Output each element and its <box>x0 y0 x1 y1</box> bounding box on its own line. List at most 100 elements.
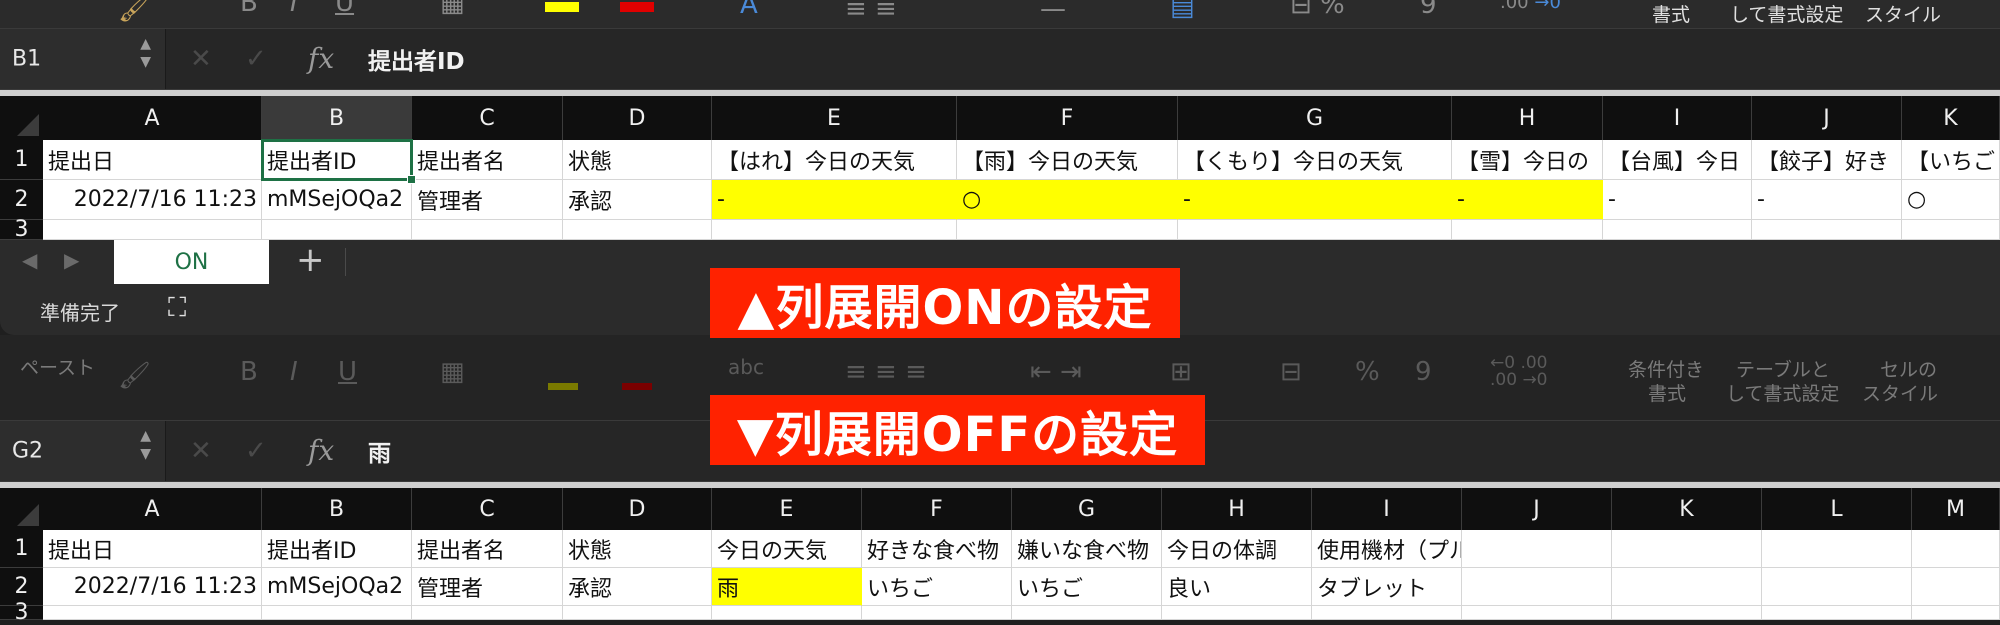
comma-icon[interactable]: 9 <box>1415 359 1432 385</box>
cell-e1[interactable]: 今日の天気 <box>712 530 862 568</box>
column-header-f[interactable]: F <box>957 96 1178 140</box>
cell-k2[interactable] <box>1612 568 1762 606</box>
cell-f2[interactable]: ○ <box>957 180 1178 220</box>
cell-m2[interactable] <box>1912 568 2000 606</box>
cell-g1[interactable]: 嫌いな食べ物 <box>1012 530 1162 568</box>
macro-record-icon[interactable]: ⛶ <box>168 293 186 324</box>
cell-f1[interactable]: 好きな食べ物 <box>862 530 1012 568</box>
formula-value[interactable]: 提出者ID <box>368 42 465 76</box>
column-header-k[interactable]: K <box>1902 96 2000 140</box>
ribbon-label-table[interactable]: テーブルと <box>1736 355 1830 382</box>
cancel-icon[interactable]: ✕ <box>190 44 212 74</box>
cell-c3[interactable] <box>412 220 563 240</box>
name-box-spinner-icon[interactable]: ▲ ▼ <box>140 35 151 71</box>
column-header-d[interactable]: D <box>563 488 712 530</box>
column-header-e[interactable]: E <box>712 96 957 140</box>
align-icon[interactable]: ≡ ≡ <box>845 0 897 22</box>
cell-b2[interactable]: mMSejOQa2 <box>262 568 412 606</box>
column-header-a[interactable]: A <box>43 488 262 530</box>
border-icon[interactable]: ▦ <box>440 0 465 16</box>
cell-j1[interactable] <box>1462 530 1612 568</box>
cell-a2[interactable]: 2022/7/16 11:23 <box>43 568 262 606</box>
name-box-spinner-icon[interactable]: ▲ ▼ <box>140 427 151 463</box>
percent-icon[interactable]: % <box>1355 359 1380 385</box>
cell-m3[interactable] <box>1912 606 2000 620</box>
row-header-2[interactable]: 2 <box>0 180 43 220</box>
cell-d3[interactable] <box>563 606 712 620</box>
border-icon[interactable]: ▦ <box>440 359 465 385</box>
cell-g1[interactable]: 【くもり】今日の天気 <box>1178 140 1452 180</box>
cell-a3[interactable] <box>43 220 262 240</box>
column-header-i[interactable]: I <box>1603 96 1752 140</box>
cell-k3[interactable] <box>1612 606 1762 620</box>
indent-icon[interactable]: ⇤ ⇥ <box>1030 359 1082 385</box>
column-header-k[interactable]: K <box>1612 488 1762 530</box>
row-header-3[interactable]: 3 <box>0 217 43 242</box>
cell-m1[interactable] <box>1912 530 2000 568</box>
cell-a1[interactable]: 提出日 <box>43 140 262 180</box>
cell-g3[interactable] <box>1012 606 1162 620</box>
cell-i3[interactable] <box>1312 606 1462 620</box>
font-color-icon[interactable] <box>620 2 654 12</box>
column-header-d[interactable]: D <box>563 96 712 140</box>
cell-i2[interactable]: タブレット <box>1312 568 1462 606</box>
cell-a3[interactable] <box>43 606 262 620</box>
prev-sheet-icon[interactable]: ◀ <box>22 248 37 272</box>
cell-d1[interactable]: 状態 <box>563 140 712 180</box>
cell-d3[interactable] <box>563 220 712 240</box>
paint-brush-icon[interactable]: 🖌 <box>118 0 151 22</box>
column-header-h[interactable]: H <box>1452 96 1603 140</box>
cell-b3[interactable] <box>262 606 412 620</box>
cell-f1[interactable]: 【雨】今日の天気 <box>957 140 1178 180</box>
name-box[interactable]: G2 ▲ ▼ <box>0 421 166 481</box>
merge-icon[interactable]: ⊞ <box>1170 359 1192 385</box>
cell-h3[interactable] <box>1452 220 1603 240</box>
formula-value[interactable]: 雨 <box>368 434 391 468</box>
cell-h1[interactable]: 今日の体調 <box>1162 530 1312 568</box>
ribbon-label-cell[interactable]: セルの <box>1880 355 1937 382</box>
decimal-icon[interactable]: ←0 .00.00 →0 <box>1490 355 1548 389</box>
cancel-icon[interactable]: ✕ <box>190 436 212 466</box>
text-effects-icon[interactable]: A <box>740 0 758 18</box>
cell-h3[interactable] <box>1162 606 1312 620</box>
cell-e3[interactable] <box>712 606 862 620</box>
underline-icon[interactable]: U <box>338 359 357 385</box>
fill-handle[interactable] <box>407 175 416 184</box>
cell-j3[interactable] <box>1462 606 1612 620</box>
column-header-j[interactable]: J <box>1462 488 1612 530</box>
column-header-l[interactable]: L <box>1762 488 1912 530</box>
cell-d2[interactable]: 承認 <box>563 180 712 220</box>
cell-i3[interactable] <box>1603 220 1752 240</box>
cell-c2[interactable]: 管理者 <box>412 180 563 220</box>
cell-e2[interactable]: 雨 <box>712 568 862 606</box>
column-header-a[interactable]: A <box>43 96 262 140</box>
cell-h2[interactable]: - <box>1452 180 1603 220</box>
bold-icon[interactable]: B <box>240 359 258 385</box>
row-header-1[interactable]: 1 <box>0 530 43 568</box>
name-box[interactable]: B1 ▲ ▼ <box>0 29 166 89</box>
column-header-c[interactable]: C <box>412 488 563 530</box>
cell-c1[interactable]: 提出者名 <box>412 530 563 568</box>
cell-h2[interactable]: 良い <box>1162 568 1312 606</box>
text-effects-icon[interactable]: abc <box>728 357 764 377</box>
cell-j3[interactable] <box>1752 220 1902 240</box>
add-sheet-button[interactable]: + <box>296 240 325 280</box>
number-format-icon[interactable]: ⊟ <box>1280 359 1302 385</box>
column-header-b[interactable]: B <box>262 96 412 140</box>
column-header-f[interactable]: F <box>862 488 1012 530</box>
next-sheet-icon[interactable]: ▶ <box>64 248 79 272</box>
cell-j1[interactable]: 【餃子】好き <box>1752 140 1902 180</box>
underline-icon[interactable]: U <box>335 0 354 16</box>
ribbon-label-paste[interactable]: ペースト <box>20 353 95 380</box>
function-icon[interactable]: fx <box>308 42 334 75</box>
cell-a1[interactable]: 提出日 <box>43 530 262 568</box>
comma-icon[interactable]: 9 <box>1420 0 1437 18</box>
cell-i2[interactable]: - <box>1603 180 1752 220</box>
cell-g2[interactable]: いちご <box>1012 568 1162 606</box>
cell-c1[interactable]: 提出者名 <box>412 140 563 180</box>
select-all-corner[interactable] <box>0 96 43 140</box>
row-header-1[interactable]: 1 <box>0 140 43 180</box>
cell-k2[interactable]: ○ <box>1902 180 2000 220</box>
cell-d1[interactable]: 状態 <box>563 530 712 568</box>
column-header-b[interactable]: B <box>262 488 412 530</box>
